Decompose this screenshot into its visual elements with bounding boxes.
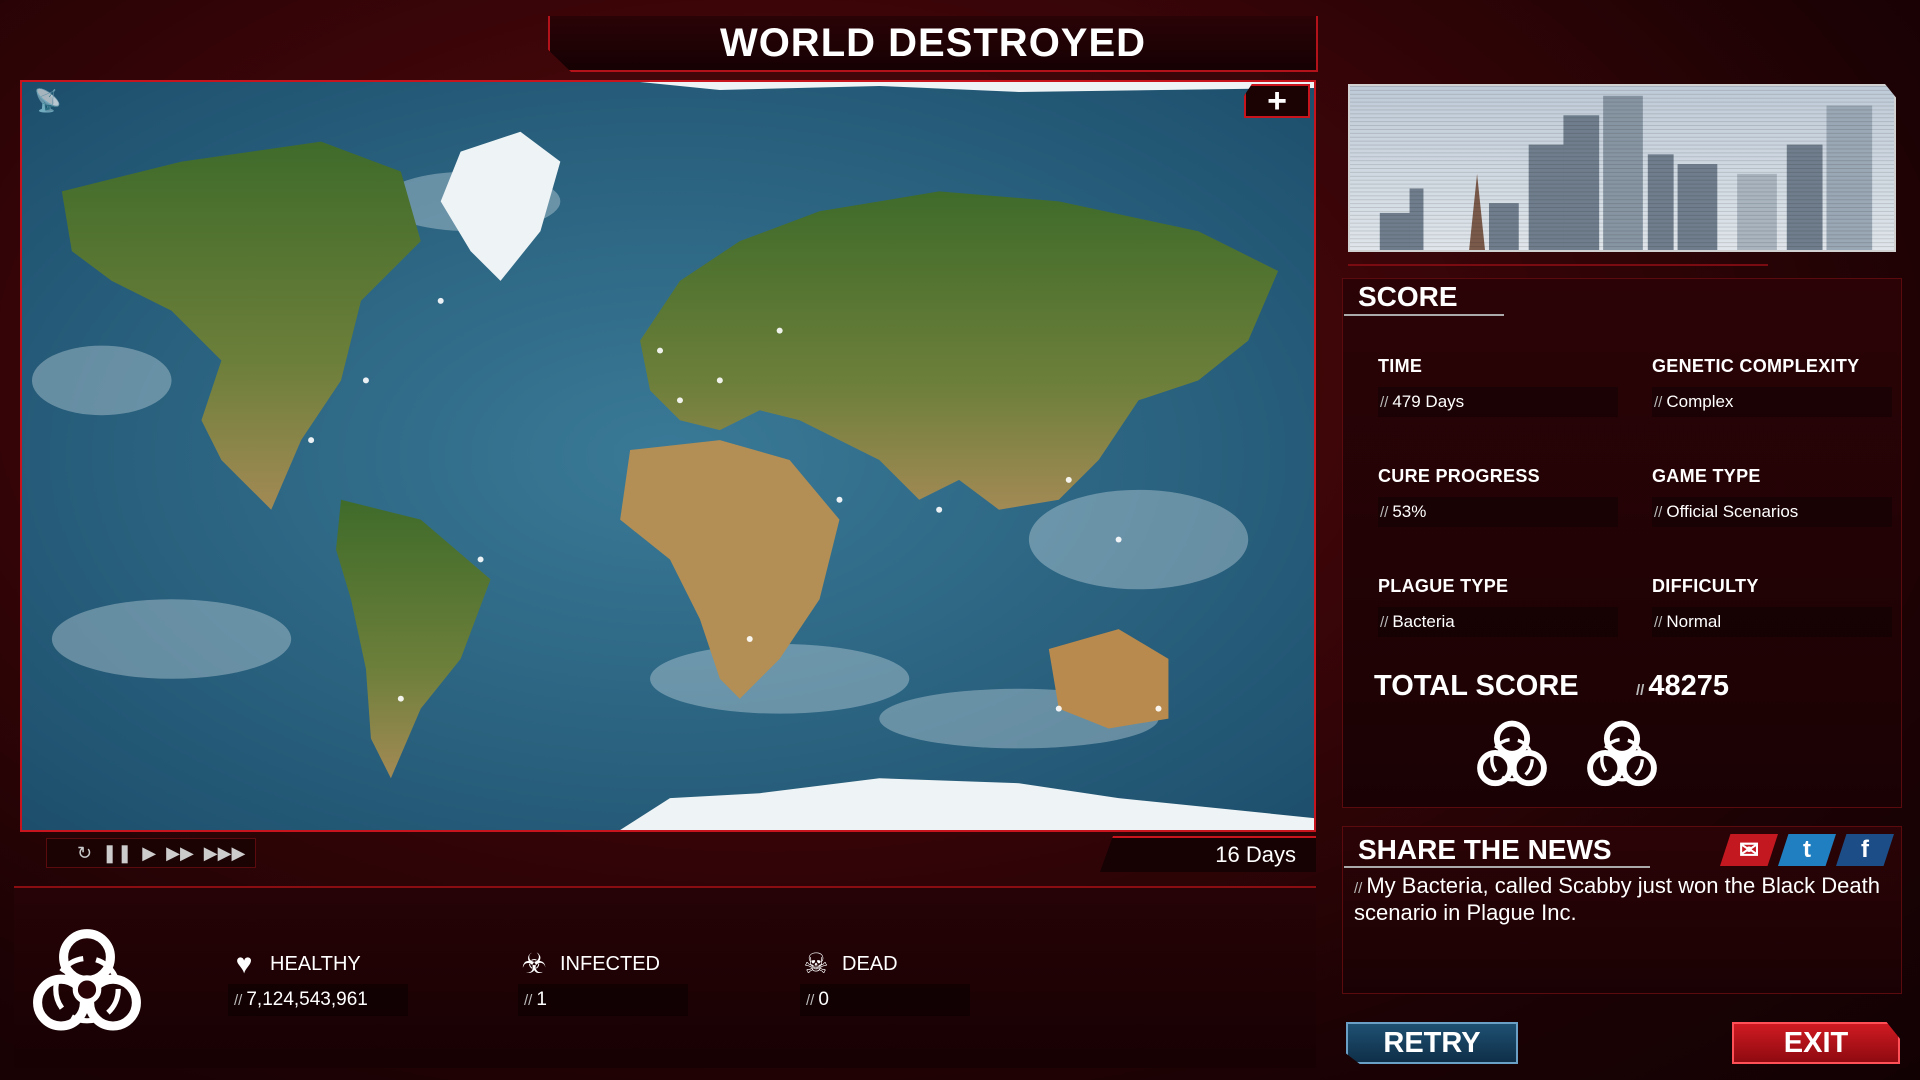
speed-controls: ↻ ❚❚ ▶ ▶▶ ▶▶▶: [46, 838, 256, 868]
city-skyline-graphic: [1350, 86, 1894, 250]
dead-slash: //: [806, 991, 815, 1009]
score-item-plague-type: PLAGUE TYPE //Bacteria: [1378, 576, 1618, 637]
score-item-label: CURE PROGRESS: [1378, 466, 1540, 486]
score-slash: //: [1380, 393, 1389, 411]
score-item-label: DIFFICULTY: [1652, 576, 1759, 596]
healthy-stat: ♥ HEALTHY // 7,124,543,961: [228, 950, 408, 1016]
total-score-label: TOTAL SCORE: [1374, 670, 1579, 702]
score-item-label: PLAGUE TYPE: [1378, 576, 1509, 596]
score-item-label: GAME TYPE: [1652, 466, 1761, 486]
biohazard-award-icon: [1587, 720, 1657, 787]
zoom-in-button[interactable]: +: [1244, 84, 1310, 118]
email-icon: ✉: [1738, 836, 1760, 864]
pause-icon[interactable]: ❚❚: [102, 843, 132, 864]
title-banner: WORLD DESTROYED: [548, 16, 1318, 72]
score-item-difficulty: DIFFICULTY //Normal: [1652, 576, 1892, 637]
biohazard-award-icon: [1477, 720, 1547, 787]
world-map[interactable]: 📡 +: [20, 80, 1316, 832]
score-item-value: 479 Days: [1392, 392, 1465, 411]
score-title: SCORE: [1344, 280, 1504, 316]
healthy-value: 7,124,543,961: [246, 989, 368, 1010]
score-item-value: Bacteria: [1392, 612, 1455, 631]
restart-icon[interactable]: ↻: [77, 843, 92, 864]
score-item-genetic-complexity: GENETIC COMPLEXITY //Complex: [1652, 356, 1892, 417]
days-counter: 16 Days: [1100, 836, 1316, 872]
heart-icon: ♥: [235, 948, 253, 979]
infected-label: INFECTED: [560, 952, 660, 975]
total-score-number: 48275: [1648, 670, 1729, 702]
share-title: SHARE THE NEWS: [1344, 834, 1650, 868]
dead-value: 0: [818, 989, 829, 1010]
facebook-icon: f: [1861, 836, 1869, 863]
skull-icon: ☠: [803, 948, 829, 979]
fastest-forward-icon[interactable]: ▶▶▶: [204, 843, 246, 864]
score-slash: //: [1654, 613, 1663, 631]
healthy-slash: //: [234, 991, 243, 1009]
share-slash: //: [1354, 880, 1363, 897]
page-title: WORLD DESTROYED: [719, 20, 1147, 65]
score-item-time: TIME //479 Days: [1378, 356, 1618, 417]
score-slash: //: [1654, 393, 1663, 411]
retry-button[interactable]: RETRY: [1346, 1022, 1518, 1064]
total-score-slash: //: [1636, 682, 1645, 699]
fast-forward-icon[interactable]: ▶▶: [166, 843, 194, 864]
score-item-label: TIME: [1378, 356, 1423, 376]
biohazard-icon: ☣: [521, 948, 547, 979]
score-item-game-type: GAME TYPE //Official Scenarios: [1652, 466, 1892, 527]
healthy-label: HEALTHY: [270, 952, 361, 975]
score-item-value: Normal: [1666, 612, 1722, 631]
play-icon[interactable]: ▶: [142, 843, 156, 864]
infected-stat: ☣ INFECTED // 1: [518, 950, 688, 1016]
infected-slash: //: [524, 991, 533, 1009]
score-slash: //: [1380, 503, 1389, 521]
score-item-label: GENETIC COMPLEXITY: [1652, 356, 1860, 376]
twitter-icon: t: [1803, 836, 1811, 863]
score-item-cure-progress: CURE PROGRESS //53%: [1378, 466, 1618, 527]
score-slash: //: [1380, 613, 1389, 631]
score-item-value: Official Scenarios: [1666, 502, 1799, 521]
divider: [1348, 264, 1768, 266]
score-item-value: 53%: [1392, 502, 1427, 521]
score-slash: //: [1654, 503, 1663, 521]
city-image: [1348, 84, 1896, 252]
share-message: //My Bacteria, called Scabby just won th…: [1354, 874, 1884, 925]
total-score-value: //48275: [1636, 670, 1729, 703]
world-map-graphic: [22, 82, 1314, 830]
score-item-value: Complex: [1666, 392, 1734, 411]
signal-icon: 📡: [34, 88, 62, 113]
infected-value: 1: [536, 989, 547, 1010]
dead-stat: ☠ DEAD // 0: [800, 950, 970, 1016]
exit-button[interactable]: EXIT: [1732, 1022, 1900, 1064]
share-message-text: My Bacteria, called Scabby just won the …: [1354, 873, 1880, 925]
biohazard-logo-icon: [33, 929, 141, 1031]
dead-label: DEAD: [842, 952, 898, 975]
